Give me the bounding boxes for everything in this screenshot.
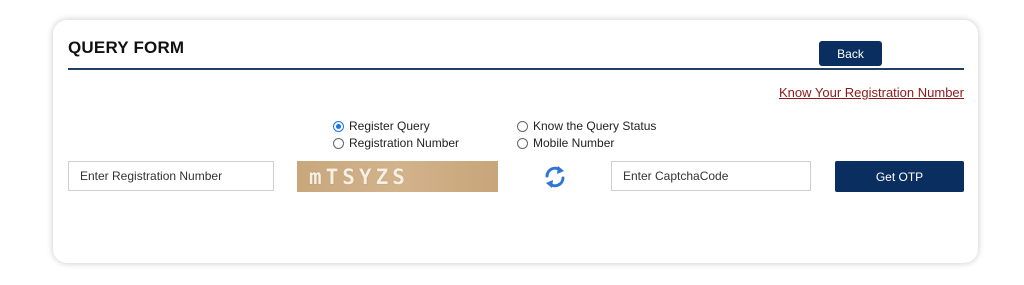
radio-know-query-status[interactable]: Know the Query Status (517, 119, 656, 133)
refresh-icon[interactable] (544, 165, 566, 189)
radio-label: Register Query (349, 119, 430, 133)
radio-unchecked-icon[interactable] (333, 137, 344, 149)
radio-unchecked-icon[interactable] (517, 120, 528, 132)
radio-label: Mobile Number (533, 136, 615, 150)
back-button[interactable]: Back (819, 41, 882, 66)
get-otp-button[interactable]: Get OTP (835, 161, 964, 192)
radio-register-query[interactable]: Register Query (333, 119, 430, 133)
registration-number-input[interactable] (68, 161, 274, 191)
know-registration-number-link[interactable]: Know Your Registration Number (779, 85, 964, 100)
radio-unchecked-icon[interactable] (517, 137, 528, 149)
radio-label: Know the Query Status (533, 119, 657, 133)
title-divider (68, 68, 964, 70)
captcha-text: mTSYZS (309, 164, 409, 189)
radio-mobile-number[interactable]: Mobile Number (517, 136, 614, 150)
page-title: QUERY FORM (68, 38, 185, 57)
radio-checked-icon[interactable] (333, 120, 344, 132)
captcha-input[interactable] (611, 161, 811, 191)
radio-registration-number[interactable]: Registration Number (333, 136, 459, 150)
radio-label: Registration Number (349, 136, 460, 150)
captcha-image: mTSYZS (297, 161, 498, 192)
